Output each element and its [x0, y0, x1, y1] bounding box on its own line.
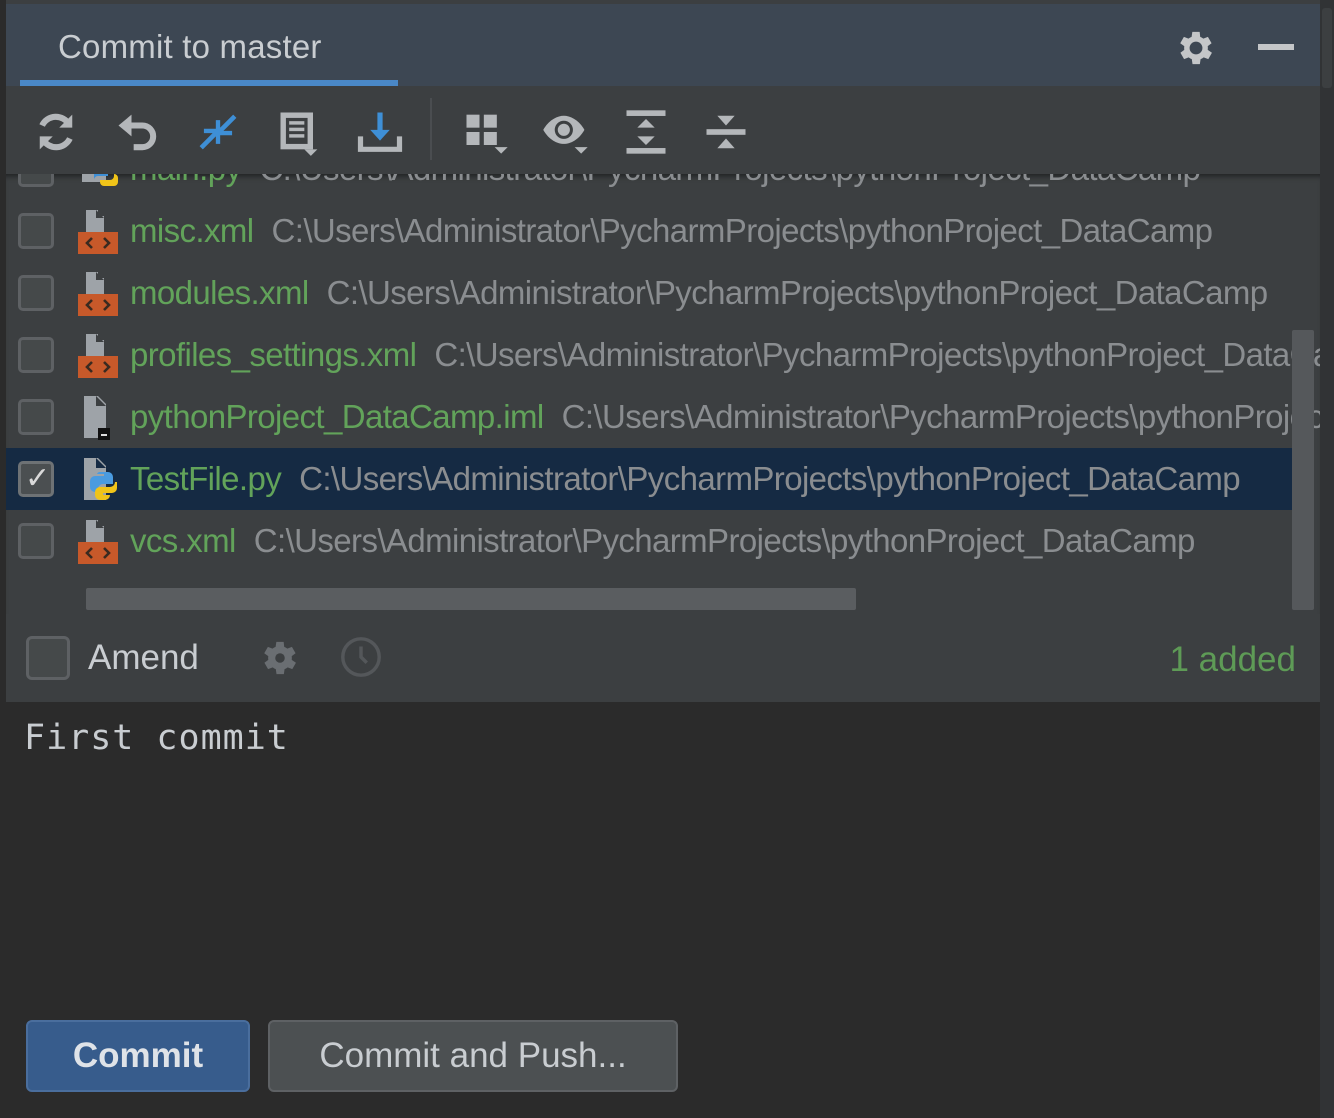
file-checkbox[interactable] [18, 337, 54, 373]
iml-file-icon [72, 394, 122, 442]
file-path: C:\Users\Administrator\PycharmProjects\p… [271, 212, 1214, 249]
file-name: main.py [130, 174, 242, 187]
commit-panel: Commit to master misc.xml C:\Users\Admin… [6, 0, 1320, 1118]
amend-label[interactable]: Amend [88, 638, 199, 678]
file-row[interactable]: modules.xml C:\Users\Administrator\Pychar… [6, 262, 1296, 324]
file-checkbox[interactable] [18, 213, 54, 249]
file-row[interactable]: misc.xml C:\Users\Administrator\PycharmPr… [6, 200, 1296, 262]
tab-commit-to-master[interactable]: Commit to master [58, 28, 322, 66]
file-checkbox-checked[interactable]: ✓ [18, 461, 54, 497]
file-name: pythonProject_DataCamp.iml [130, 398, 544, 435]
collapse-all-icon[interactable] [700, 106, 752, 158]
clock-icon[interactable] [338, 634, 384, 680]
checkmark-icon: ✓ [25, 462, 51, 495]
file-checkbox[interactable] [18, 275, 54, 311]
commit-message-area: Commit Commit and Push... [6, 702, 1320, 1118]
changed-files-list: main.py C:\Users\Administrator\PycharmPro… [6, 174, 1320, 614]
changelist-icon[interactable] [274, 106, 326, 158]
xml-file-icon [72, 518, 122, 566]
commit-and-push-button[interactable]: Commit and Push... [268, 1020, 678, 1092]
group-by-icon[interactable] [460, 106, 512, 158]
file-row[interactable]: vcs.xml C:\Users\Administrator\PycharmPro… [6, 510, 1296, 572]
horizontal-scrollbar[interactable] [86, 588, 856, 610]
download-icon[interactable] [354, 106, 406, 158]
file-path: C:\Users\Administrator\PycharmProjects\p… [259, 174, 1201, 187]
toolbar-separator [430, 98, 432, 160]
file-name: profiles_settings.xml [130, 336, 417, 373]
file-name: TestFile.py [130, 460, 282, 497]
commit-button[interactable]: Commit [26, 1020, 250, 1092]
side-strip-thumb [1322, 8, 1332, 88]
file-path: C:\Users\Administrator\PycharmProjects\p… [326, 274, 1269, 311]
file-name: misc.xml [130, 212, 254, 249]
file-row-selected[interactable]: ✓ TestFile.py C:\Users\Administrator\Pych… [6, 448, 1296, 510]
vertical-scrollbar[interactable] [1292, 330, 1314, 610]
gear-icon[interactable] [1174, 26, 1218, 70]
file-name: modules.xml [130, 274, 309, 311]
file-path: C:\Users\Administrator\PycharmProjects\p… [299, 460, 1241, 497]
changes-summary: 1 added [1169, 640, 1296, 679]
file-checkbox[interactable] [18, 174, 54, 187]
xml-file-icon [72, 332, 122, 380]
xml-file-icon [72, 208, 122, 256]
amend-bar: Amend 1 added [6, 614, 1320, 702]
side-strip [1320, 0, 1334, 1118]
undo-icon[interactable] [112, 106, 164, 158]
expand-all-icon[interactable] [620, 106, 672, 158]
eye-icon[interactable] [540, 106, 592, 158]
gear-icon[interactable] [258, 636, 302, 680]
toolbar [6, 86, 1320, 174]
file-checkbox[interactable] [18, 399, 54, 435]
python-file-icon [72, 174, 122, 194]
commit-message-input[interactable] [6, 702, 1320, 1002]
file-path: C:\Users\Administrator\PycharmProjects\p… [253, 522, 1196, 559]
xml-file-icon [72, 270, 122, 318]
panel-header: Commit to master [6, 4, 1320, 86]
minimize-icon[interactable] [1258, 44, 1294, 50]
refresh-icon[interactable] [30, 106, 82, 158]
file-row[interactable]: pythonProject_DataCamp.iml C:\Users\Admin… [6, 386, 1320, 448]
diff-arrows-icon[interactable] [192, 106, 244, 158]
file-checkbox[interactable] [18, 523, 54, 559]
file-path: C:\Users\Administrator\PycharmProjects\p… [434, 336, 1320, 373]
file-name: vcs.xml [130, 522, 236, 559]
amend-checkbox[interactable] [26, 636, 70, 680]
file-path: C:\Users\Administrator\PycharmProjects\p… [561, 398, 1320, 435]
file-row[interactable]: main.py C:\Users\Administrator\PycharmPro… [6, 174, 1296, 200]
file-row[interactable]: profiles_settings.xml C:\Users\Administra… [6, 324, 1320, 386]
python-file-icon [72, 456, 122, 504]
